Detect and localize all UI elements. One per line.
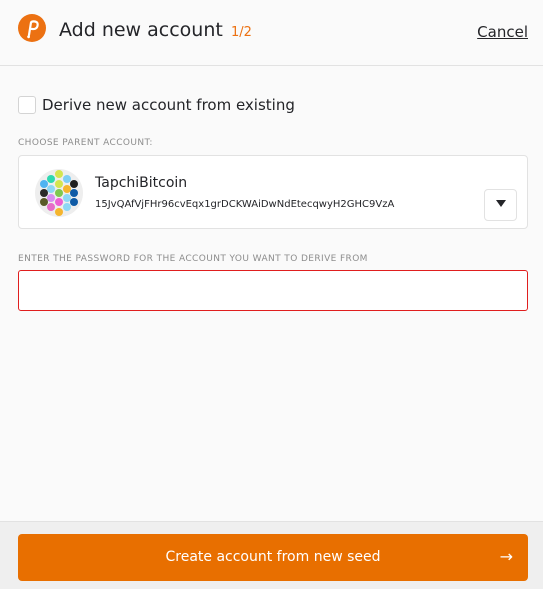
cancel-link[interactable]: Cancel (477, 23, 528, 41)
parent-account-selector[interactable]: TapchiBitcoin 15JvQAfVjFHr96cvEqx1grDCKW… (18, 155, 528, 229)
chevron-down-icon (496, 200, 506, 207)
password-label: ENTER THE PASSWORD FOR THE ACCOUNT YOU W… (18, 254, 368, 264)
account-identicon (35, 169, 83, 217)
password-input[interactable] (18, 270, 528, 311)
derive-label[interactable]: Derive new account from existing (42, 96, 295, 114)
polkadot-logo-icon (18, 14, 46, 42)
parent-account-label: CHOOSE PARENT ACCOUNT: (18, 138, 153, 148)
account-dropdown-button[interactable] (484, 189, 517, 221)
step-indicator: 1/2 (231, 25, 252, 40)
create-account-button[interactable]: Create account from new seed → (18, 534, 528, 581)
header: Add new account 1/2 Cancel (0, 0, 543, 66)
derive-checkbox[interactable] (18, 96, 36, 114)
page-title: Add new account (59, 19, 223, 41)
create-account-label: Create account from new seed (165, 549, 381, 565)
arrow-right-icon: → (499, 547, 513, 566)
account-address: 15JvQAfVjFHr96cvEqx1grDCKWAiDwNdEtecqwyH… (95, 199, 395, 210)
account-name: TapchiBitcoin (95, 175, 188, 191)
